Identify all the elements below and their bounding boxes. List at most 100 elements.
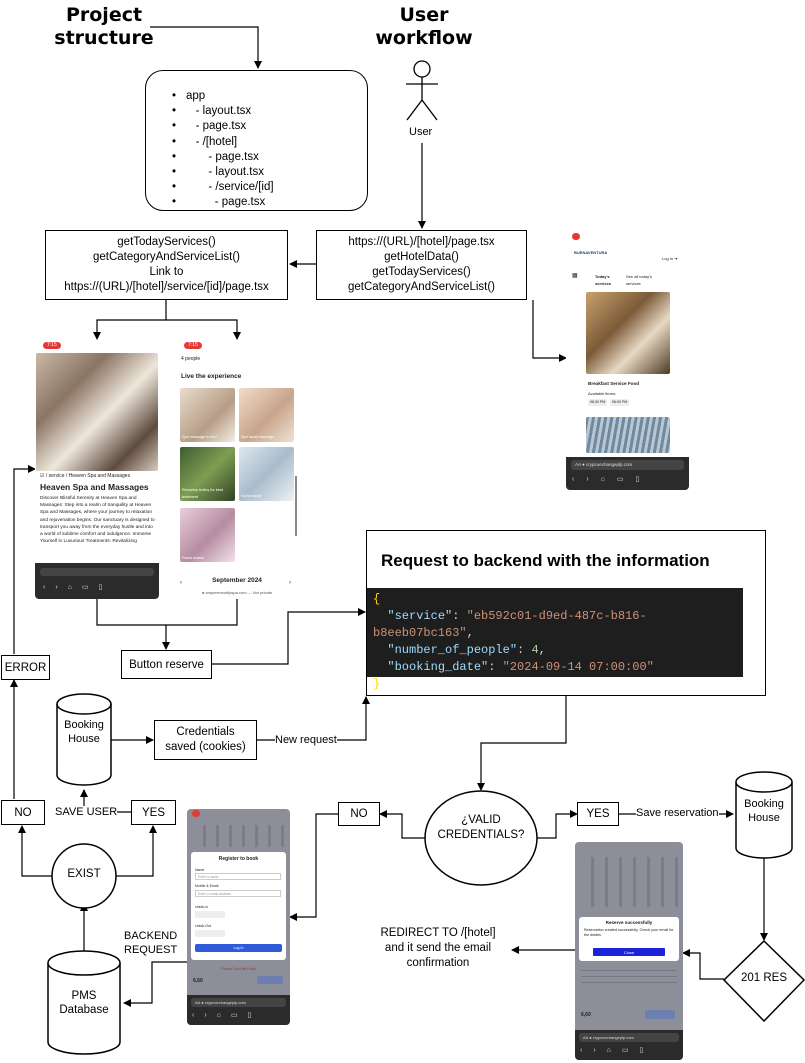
time-chip[interactable]: 06:00 PM <box>588 399 608 406</box>
calendar-month: September 2024 <box>212 577 262 584</box>
exist-label: EXIST <box>67 868 101 880</box>
new-request-label: New request <box>275 734 337 746</box>
people-text: 4 people <box>181 356 201 362</box>
button-reserve-box: Button reserve <box>121 650 212 679</box>
phone-register: Register to book Name Enter a name Mobil… <box>187 809 290 1025</box>
tile-image[interactable] <box>180 508 235 562</box>
structure-item: - page.tsx <box>172 119 274 134</box>
calendar-grid <box>580 857 678 907</box>
book-button[interactable] <box>645 1010 675 1019</box>
pms-database-label: PMS Database <box>59 990 109 1016</box>
service-description: Discover Blissful Serenity at Heaven Spa… <box>40 496 155 545</box>
structure-list: app - layout.tsx - page.tsx - /[hotel] -… <box>172 89 274 211</box>
status-indicator <box>192 810 200 817</box>
browser-bottom-bar: AA ● crypcoechangeplp.com ‹›⌂▭▯ <box>187 995 290 1025</box>
browser-url-field[interactable]: AA ● crypcoechangeplp.com <box>191 998 286 1007</box>
price-text: 6,60 <box>581 1012 591 1018</box>
success-modal: Reserve successfully Reservation created… <box>579 917 679 961</box>
res-201-label: 201 RES <box>740 972 788 984</box>
browser-url-field[interactable]: AA ● crypcoechangeplp.com <box>579 1033 679 1042</box>
tile-label: Recovery trolley for best treatment <box>182 488 223 499</box>
structure-item: - page.tsx <box>172 150 274 165</box>
browser-bottom-bar: AA ● crypcoechangeplp.com ‹›⌂▭▯ <box>566 457 689 490</box>
browser-nav-icons[interactable]: ‹›⌂▭▯ <box>192 1011 261 1019</box>
request-json-code: { "service": "eb592c01-d9ed-487c-b816-b8… <box>367 588 743 691</box>
login-button[interactable]: Log In <box>195 944 282 952</box>
phone-hotel-page: BUENAVENTURA Log In ➜ ▦ Today's services… <box>566 229 689 490</box>
scrollbar[interactable] <box>295 476 297 536</box>
backend-request-label: BACKEND REQUEST <box>124 930 178 956</box>
book-button[interactable] <box>257 976 283 984</box>
details-lines <box>581 968 677 988</box>
user-figure <box>406 60 438 121</box>
credentials-saved-box: Credentials saved (cookies) <box>154 720 257 760</box>
time-chip[interactable]: 06:00 PM <box>610 399 630 406</box>
field-label: check-Out <box>195 924 211 928</box>
browser-bottom-bar: ‹›⌂▭▯ <box>35 563 159 599</box>
browser-nav-icons[interactable]: ‹›⌂▭▯ <box>580 1046 654 1054</box>
phone-confirmation: Reserve successfully Reservation created… <box>575 842 683 1060</box>
save-user-label: SAVE USER <box>55 806 118 818</box>
browser-nav-icons[interactable]: ‹›⌂▭▯ <box>43 583 112 591</box>
json-key: "booking_date" <box>387 660 489 674</box>
checkin-input[interactable] <box>195 911 225 918</box>
error-box: ERROR <box>1 655 50 680</box>
second-card-photo[interactable] <box>586 417 670 453</box>
service-link-line: https://(URL)/[hotel]/service/[id]/page.… <box>64 281 269 293</box>
user-label: User <box>409 126 433 138</box>
service-link-line: getTodayServices() <box>117 236 216 248</box>
valid-credentials-label: ¿VALID CREDENTIALS? <box>437 814 525 841</box>
status-time: 7:15 <box>43 342 61 349</box>
browser-url-field[interactable]: AA ● crypcoechangeplp.com <box>571 460 684 470</box>
no-left-box: NO <box>1 800 45 825</box>
browser-nav-icons[interactable]: ‹›⌂▭▯ <box>572 475 651 483</box>
chevron-right-icon[interactable]: › <box>289 580 291 587</box>
json-key: "service" <box>387 609 453 623</box>
structure-item: - /[hotel] <box>172 135 274 150</box>
see-all-link[interactable]: See all today's services <box>626 274 666 287</box>
structure-item: - page.tsx <box>172 195 274 210</box>
no-center-box: NO <box>338 802 380 826</box>
structure-item: - layout.tsx <box>172 165 274 180</box>
structure-item: - layout.tsx <box>172 104 274 119</box>
tile-label: Spa massage in bed <box>182 435 217 439</box>
checkout-input[interactable] <box>195 930 225 937</box>
service-link-box: getTodayServices() getCategoryAndService… <box>45 230 288 300</box>
close-button[interactable]: Close <box>593 948 665 956</box>
today-label: Today's services <box>595 274 612 286</box>
yes-left-box: YES <box>131 800 176 825</box>
chevron-left-icon[interactable]: ‹ <box>180 580 182 587</box>
json-value: 4 <box>531 643 539 657</box>
calendar-icon: ▦ <box>572 273 578 279</box>
email-input[interactable]: Enter a email address <box>195 890 281 897</box>
register-modal: Register to book Name Enter a name Mobil… <box>191 852 286 960</box>
service-link-line: getCategoryAndServiceList() <box>92 251 240 263</box>
project-structure-title: Project structure <box>54 4 154 49</box>
field-label: check-in <box>195 905 209 909</box>
booking-house-right-label: Booking House <box>744 798 784 824</box>
yes-center-box: YES <box>577 802 619 826</box>
status-indicator <box>572 233 580 240</box>
save-reservation-label: Save reservation <box>636 807 719 819</box>
status-time: 7:15 <box>184 342 202 349</box>
card-title: Breakfast Service Food <box>588 381 640 386</box>
hotel-page-box: https://(URL)/[hotel]/page.tsx getHotelD… <box>316 230 527 300</box>
json-value: "2024-09-14 07:00:00" <box>502 660 654 674</box>
name-input[interactable]: Enter a name <box>195 873 281 880</box>
phone-live-experience: 7:15 4 people Live the experience Spa ma… <box>176 340 298 599</box>
register-heading: Register to book <box>218 856 259 862</box>
service-heading: Heaven Spa and Massages <box>40 482 149 492</box>
breakfast-photo[interactable] <box>586 292 670 374</box>
browser-bottom-bar: AA ● crypcoechangeplp.com ‹›⌂▭▯ <box>575 1030 683 1060</box>
project-structure-box: app - layout.tsx - page.tsx - /[hotel] -… <box>145 70 368 211</box>
tile-label: Facial masks <box>182 556 205 560</box>
request-title: Request to backend with the information <box>381 551 710 570</box>
tile-label: Spa facial massage <box>241 435 275 439</box>
breadcrumb: ☑ / service / Heaven Spa and Massages <box>40 473 131 479</box>
browser-url-field[interactable] <box>40 568 154 576</box>
available-label: Available times: <box>588 391 616 396</box>
hotel-page-line: getHotelData() <box>384 251 459 263</box>
booking-house-left-label: Booking House <box>64 719 104 745</box>
footer-text: Please Dont Be Rude <box>221 967 256 971</box>
login-link[interactable]: Log In ➜ <box>662 256 678 263</box>
